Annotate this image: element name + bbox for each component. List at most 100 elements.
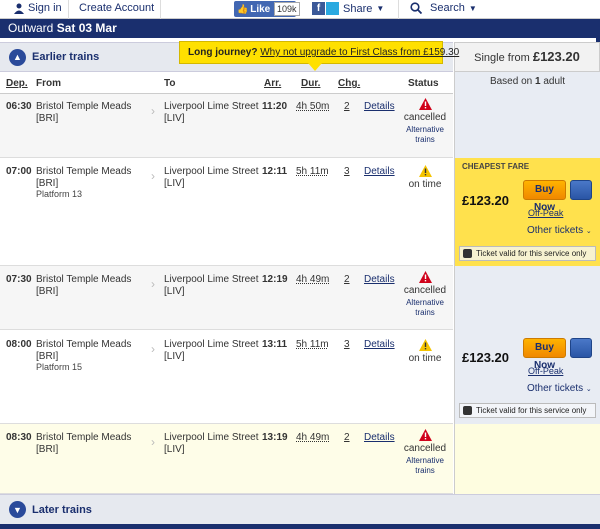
col-to: To (164, 78, 176, 89)
user-icon (14, 3, 24, 14)
status-text: cancelled (403, 285, 447, 296)
alternative-trains-link[interactable]: Alternative trains (406, 456, 444, 475)
like-label: Like (250, 3, 271, 15)
col-chg[interactable]: Chg. (338, 78, 360, 89)
signin-label: Sign in (28, 2, 62, 14)
details-link[interactable]: Details (364, 339, 395, 351)
alternative-trains-link[interactable]: Alternative trains (406, 298, 444, 317)
from-code: [BRI] (36, 113, 59, 124)
alternative-trains-link[interactable]: Alternative trains (406, 125, 444, 144)
other-tickets-dropdown[interactable]: Other tickets ⌄ (527, 383, 592, 394)
create-account-link[interactable]: Create Account (79, 2, 154, 14)
based-count: 1 (535, 76, 541, 87)
outward-header: Outward Sat 03 Mar (0, 19, 600, 38)
col-arr[interactable]: Arr. (264, 78, 281, 89)
from-station: Bristol Temple Meads (36, 274, 132, 285)
arrow-up-icon: ▲ (9, 48, 26, 66)
arrival-time: 12:11 (262, 166, 288, 177)
to-station: Liverpool Lime Street (164, 339, 259, 350)
single-price: £123.20 (532, 49, 580, 64)
later-trains-button[interactable]: ▼ Later trains (0, 494, 600, 524)
status-cell: cancelled Alternative trains (402, 98, 448, 144)
warning-icon (418, 429, 432, 441)
cheapest-fare-cell: CHEAPEST FARE £123.20 Buy Now Off-Peak O… (454, 158, 600, 266)
col-from: From (36, 78, 61, 89)
to-code: [LIV] (164, 444, 185, 455)
outward-label: Outward (8, 21, 54, 35)
chevron-right-icon: › (151, 104, 155, 118)
warning-icon (418, 339, 432, 351)
divider (398, 0, 399, 19)
status-cell: cancelled Alternative trains (402, 429, 448, 475)
search-button[interactable]: Search ▼ (410, 2, 477, 14)
earlier-trains-label: Earlier trains (32, 51, 100, 63)
details-link[interactable]: Details (364, 166, 395, 178)
to-station: Liverpool Lime Street (164, 432, 259, 443)
other-tickets-dropdown[interactable]: Other tickets ⌄ (527, 225, 592, 236)
col-dep[interactable]: Dep. (6, 78, 28, 89)
platform: Platform 13 (36, 189, 83, 199)
to-station: Liverpool Lime Street (164, 166, 259, 177)
column-headers: Dep. From To Arr. Dur. Chg. Status (0, 72, 453, 94)
cart-icon[interactable] (570, 180, 592, 200)
departure-time: 08:30 (6, 432, 32, 443)
from-station: Bristol Temple Meads (36, 339, 132, 350)
fare-cell: £123.20 Buy Now Off-Peak Other tickets ⌄… (454, 330, 600, 424)
departure-time: 06:30 (6, 101, 32, 112)
off-peak-link[interactable]: Off-Peak (528, 208, 563, 218)
based-on-adults: Based on 1 adult (454, 72, 600, 94)
divider (68, 0, 69, 19)
upgrade-link[interactable]: Why not upgrade to First Class from £159… (260, 47, 459, 58)
based-prefix: Based on (489, 76, 533, 87)
changes[interactable]: 2 (344, 101, 350, 113)
departure-time: 08:00 (6, 339, 32, 350)
later-trains-label: Later trains (32, 503, 92, 516)
changes[interactable]: 3 (344, 166, 350, 178)
arrival-time: 13:19 (262, 432, 288, 443)
off-peak-link[interactable]: Off-Peak (528, 366, 563, 376)
buy-now-button[interactable]: Buy Now (523, 180, 566, 213)
col-dur[interactable]: Dur. (301, 78, 320, 89)
status-text: on time (408, 353, 442, 364)
first-class-promo: Long journey? Why not upgrade to First C… (179, 41, 459, 71)
cart-icon[interactable] (570, 338, 592, 358)
duration: 4h 49m (296, 432, 330, 443)
to-station: Liverpool Lime Street (164, 101, 259, 112)
outward-date: Sat 03 Mar (56, 21, 117, 35)
details-link[interactable]: Details (364, 432, 395, 444)
promo-title: Long journey? (188, 47, 258, 58)
departure-time: 07:00 (6, 166, 32, 177)
status-text: cancelled (403, 443, 447, 454)
table-row: 07:00 Bristol Temple Meads [BRI] Platfor… (0, 158, 453, 266)
search-label: Search (430, 2, 465, 14)
bottom-bar (0, 524, 600, 529)
warning-icon (418, 98, 432, 110)
table-row: 06:30 Bristol Temple Meads [BRI] › Liver… (0, 94, 453, 158)
ticket-valid-notice: Ticket valid for this service only (459, 403, 596, 418)
other-tickets-label: Other tickets (527, 225, 584, 236)
thumbs-up-icon: 👍 (237, 3, 249, 14)
duration: 5h 11m (296, 339, 329, 350)
status-cell: cancelled Alternative trains (402, 271, 448, 317)
status-cell: on time (402, 165, 448, 191)
facebook-like-button[interactable]: 👍 Like 109k (234, 1, 300, 17)
warning-icon (418, 271, 432, 283)
signin-link[interactable]: Sign in (14, 2, 62, 14)
fare-price: £123.20 (462, 193, 509, 208)
details-link[interactable]: Details (364, 274, 395, 286)
details-link[interactable]: Details (364, 101, 395, 113)
changes[interactable]: 2 (344, 274, 350, 286)
platform: Platform 15 (36, 362, 83, 372)
buy-now-button[interactable]: Buy Now (523, 338, 566, 371)
to-code: [LIV] (164, 178, 185, 189)
chevron-right-icon: › (151, 169, 155, 183)
col-status: Status (408, 78, 439, 89)
ticket-valid-text: Ticket valid for this service only (476, 406, 587, 415)
changes[interactable]: 2 (344, 432, 350, 444)
changes[interactable]: 3 (344, 339, 350, 351)
table-row: 08:00 Bristol Temple Meads [BRI] Platfor… (0, 330, 453, 424)
create-account-label: Create Account (79, 2, 155, 14)
divider (160, 0, 161, 19)
to-code: [LIV] (164, 351, 185, 362)
share-button[interactable]: f Share ▼ (312, 2, 384, 15)
